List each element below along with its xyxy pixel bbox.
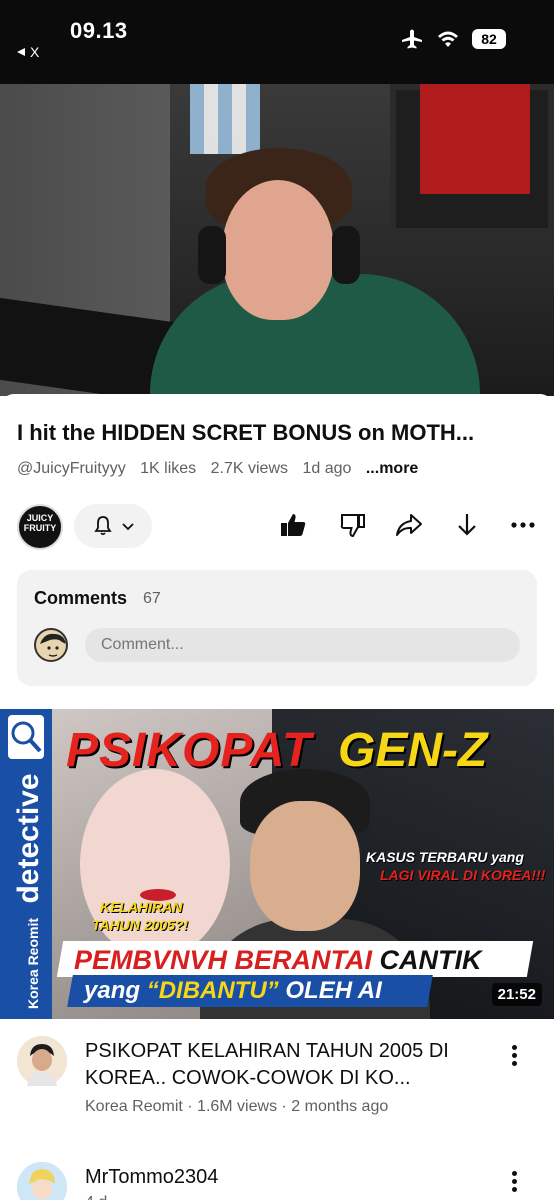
feed-item-menu-button[interactable] [506, 1166, 522, 1196]
download-icon [458, 514, 476, 536]
download-button[interactable] [452, 510, 482, 540]
feed-item[interactable]: MrTommo2304 4 d [0, 1162, 554, 1200]
user-avatar-face [40, 633, 66, 657]
chevron-down-icon [122, 523, 134, 531]
back-to-app-button[interactable]: X [16, 44, 39, 60]
channel-handle[interactable]: @JuicyFruityyy [17, 460, 126, 477]
banner1-black-text: CANTIK [379, 945, 482, 975]
thumbnail-title-red: PSIKOPAT [66, 724, 313, 777]
thumbnail-banner1: PEMBVNVH BERANTAI CANTIK [74, 945, 482, 976]
menu-dot [511, 1044, 517, 1050]
video-thumbnail[interactable]: Korea Reomit detective PSIKOPAT GEN-Z KA… [0, 709, 554, 1019]
feed-avatar-character [17, 1162, 67, 1200]
dislike-icon [340, 514, 365, 538]
battery-icon: 82 [472, 29, 506, 49]
thumbnail-kasus-line2: LAGI VIRAL DI KOREA!!! [380, 867, 546, 883]
banner1-red-text: PEMBVNVH BERANTAI [74, 945, 373, 975]
more-icon [511, 522, 535, 528]
status-time: 09.13 [70, 18, 128, 43]
detective-logo-icon [8, 715, 44, 759]
video-duration-badge: 21:52 [491, 983, 542, 1006]
thumbnail-kelahiran-line1: KELAHIRAN [100, 899, 183, 915]
subscription-bell-button[interactable] [74, 504, 152, 548]
video-scene-red-jersey [420, 84, 530, 194]
user-avatar [34, 628, 68, 662]
comments-label: Comments [34, 588, 128, 608]
status-bar: 09.13 X 82 [0, 0, 554, 84]
comments-panel[interactable]: Comments 67 [17, 570, 537, 686]
action-bar: JUICY FRUITY [0, 502, 554, 550]
menu-dot [511, 1052, 517, 1058]
back-triangle-icon [17, 48, 25, 56]
like-count: 1K likes [140, 460, 197, 477]
feed-video-title[interactable]: PSIKOPAT KELAHIRAN TAHUN 2005 DI KOREA..… [85, 1038, 485, 1092]
wifi-icon [438, 31, 458, 47]
video-scene-jersey [190, 84, 260, 154]
feed-video-meta: Korea Reomit · 1.6M views · 2 months ago [85, 1098, 389, 1115]
like-icon [281, 514, 306, 536]
like-button[interactable] [278, 510, 308, 540]
video-meta-row[interactable]: @JuicyFruityyy 1K likes 2.7K views 1d ag… [17, 460, 428, 478]
airplane-icon [402, 29, 422, 49]
share-icon [396, 514, 422, 536]
feed-item[interactable]: PSIKOPAT KELAHIRAN TAHUN 2005 DI KOREA..… [0, 1036, 554, 1126]
back-app-label: X [30, 44, 40, 60]
share-button[interactable] [394, 510, 424, 540]
feed-channel-avatar[interactable] [17, 1162, 67, 1200]
thumbnail-title-yellow: GEN-Z [338, 724, 488, 777]
video-title[interactable]: I hit the HIDDEN SCRET BONUS on MOTH... [17, 420, 542, 446]
bell-icon [94, 516, 112, 536]
banner2-yellow-text: “DIBANTU” [146, 977, 279, 1004]
comments-count: 67 [143, 590, 161, 607]
side-brand-small: Korea Reomit [25, 917, 41, 1009]
thumbnail-banner2: yang “DIBANTU” OLEH AI [84, 977, 382, 1005]
video-scene-headphone-right [332, 226, 360, 284]
thumbnail-man-head [250, 801, 360, 931]
video-scene-headphone-left [198, 226, 226, 284]
thumbnail-side-brand: Korea Reomit detective [12, 773, 46, 1009]
thumbnail-kasus-line1: KASUS TERBARU yang [366, 849, 524, 865]
video-info-sheet: I hit the HIDDEN SCRET BONUS on MOTH... … [0, 394, 554, 694]
feed-avatar-face [17, 1036, 67, 1086]
menu-dot [511, 1178, 517, 1184]
menu-dot [511, 1186, 517, 1192]
comment-input[interactable] [85, 628, 520, 662]
channel-avatar[interactable]: JUICY FRUITY [17, 504, 63, 550]
upload-age: 1d ago [302, 460, 352, 477]
feed-item-menu-button[interactable] [506, 1040, 522, 1070]
video-player[interactable] [0, 84, 554, 396]
dislike-button[interactable] [338, 510, 368, 540]
view-count: 2.7K views [210, 460, 289, 477]
more-actions-button[interactable] [508, 510, 538, 540]
feed-channel-avatar[interactable] [17, 1036, 67, 1086]
feed-post-meta: 4 d [85, 1194, 107, 1200]
menu-dot [511, 1060, 517, 1066]
banner2-white-text: yang [84, 977, 141, 1004]
more-link[interactable]: ...more [366, 460, 418, 477]
thumbnail-kelahiran-line2: TAHUN 2005?! [92, 917, 189, 933]
menu-dot [511, 1170, 517, 1176]
side-brand-big: detective [12, 773, 45, 904]
banner2-end-text: OLEH AI [285, 977, 382, 1004]
feed-channel-name[interactable]: MrTommo2304 [85, 1164, 485, 1191]
status-icons: 82 [400, 28, 506, 50]
video-scene-person-head [222, 180, 334, 320]
